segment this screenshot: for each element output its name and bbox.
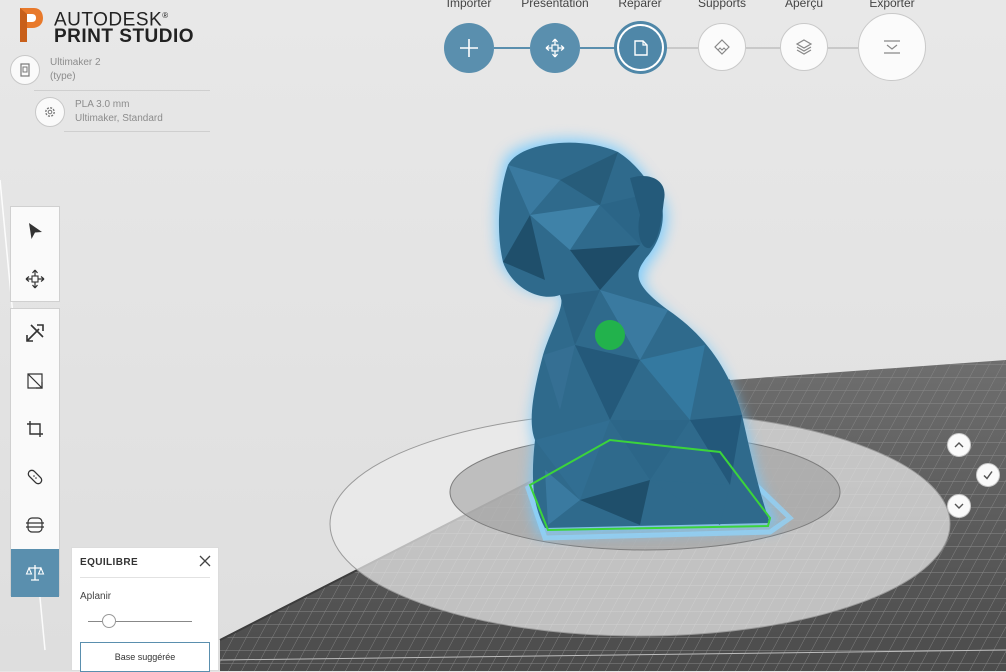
move-icon bbox=[25, 269, 45, 289]
balance-panel: EQUILIBRE Aplanir Base suggérée bbox=[71, 547, 219, 672]
workflow-link bbox=[664, 47, 698, 49]
view-down-button[interactable] bbox=[947, 494, 971, 518]
chevron-up-icon bbox=[954, 442, 964, 448]
workflow-label-presentation: Présentation bbox=[521, 0, 589, 10]
document-icon bbox=[633, 39, 648, 56]
tool-slice[interactable] bbox=[11, 501, 59, 549]
plus-icon bbox=[460, 39, 478, 57]
tool-move[interactable] bbox=[11, 255, 59, 303]
view-confirm-button[interactable] bbox=[976, 463, 1000, 487]
select-arrow-icon bbox=[29, 223, 42, 239]
workflow-step-importer[interactable] bbox=[444, 23, 494, 73]
tool-repair[interactable] bbox=[11, 309, 59, 357]
printer-selector[interactable]: Ultimaker 2 (type) bbox=[10, 55, 101, 85]
material-name: PLA 3.0 mm bbox=[75, 99, 130, 110]
move-icon bbox=[545, 38, 565, 58]
workflow-step-supports[interactable] bbox=[698, 23, 746, 71]
crop-icon bbox=[27, 421, 43, 437]
tool-balance[interactable] bbox=[11, 549, 59, 597]
workflow-label-importer: Importer bbox=[446, 0, 492, 10]
workflow-label-apercu: Aperçu bbox=[784, 0, 824, 10]
center-of-mass-marker bbox=[595, 320, 625, 350]
workflow-step-presentation[interactable] bbox=[530, 23, 580, 73]
tool-resize[interactable] bbox=[11, 357, 59, 405]
panel-divider bbox=[80, 577, 210, 578]
repair-tools-icon bbox=[26, 324, 44, 342]
printer-icon bbox=[10, 55, 40, 85]
workflow-label-exporter: Exporter bbox=[869, 0, 915, 10]
tool-select[interactable] bbox=[11, 207, 59, 255]
gear-icon bbox=[35, 97, 65, 127]
workflow-link bbox=[494, 47, 530, 49]
workflow-step-apercu[interactable] bbox=[780, 23, 828, 71]
workflow-link bbox=[580, 47, 618, 49]
toolbar-repair-group bbox=[10, 308, 60, 597]
workflow-link bbox=[828, 47, 858, 49]
close-icon[interactable] bbox=[198, 554, 212, 568]
tool-patch[interactable] bbox=[11, 453, 59, 501]
material-selector[interactable]: PLA 3.0 mm Ultimaker, Standard bbox=[35, 97, 163, 127]
suggested-base-button[interactable]: Base suggérée bbox=[80, 642, 210, 672]
resize-icon bbox=[27, 373, 43, 389]
flatten-label: Aplanir bbox=[80, 591, 112, 602]
slice-icon bbox=[26, 517, 44, 533]
panel-title: EQUILIBRE bbox=[80, 557, 139, 568]
autodesk-logo-icon bbox=[20, 8, 43, 42]
workflow-label-reparer: Réparer bbox=[618, 0, 662, 10]
bandage-icon bbox=[27, 469, 43, 485]
workflow-step-exporter[interactable] bbox=[858, 13, 926, 81]
check-icon bbox=[983, 471, 993, 480]
workflow-label-supports: Supports bbox=[697, 0, 747, 10]
material-detail: Ultimaker, Standard bbox=[75, 113, 163, 124]
chevron-down-icon bbox=[954, 503, 964, 509]
workflow-link bbox=[746, 47, 780, 49]
printer-divider bbox=[34, 90, 210, 91]
supports-icon bbox=[714, 39, 730, 55]
balance-icon bbox=[25, 565, 45, 581]
tool-crop[interactable] bbox=[11, 405, 59, 453]
brand-line-print-studio: PRINT STUDIO bbox=[54, 26, 195, 47]
flatten-slider-handle[interactable] bbox=[101, 614, 116, 628]
workflow-step-reparer[interactable] bbox=[617, 24, 664, 71]
layers-icon bbox=[795, 39, 813, 55]
export-icon bbox=[884, 40, 900, 54]
printer-type: (type) bbox=[50, 71, 76, 82]
material-divider bbox=[64, 131, 210, 132]
toolbar-select-group bbox=[10, 206, 60, 302]
printer-name: Ultimaker 2 bbox=[50, 57, 101, 68]
view-up-button[interactable] bbox=[947, 433, 971, 457]
